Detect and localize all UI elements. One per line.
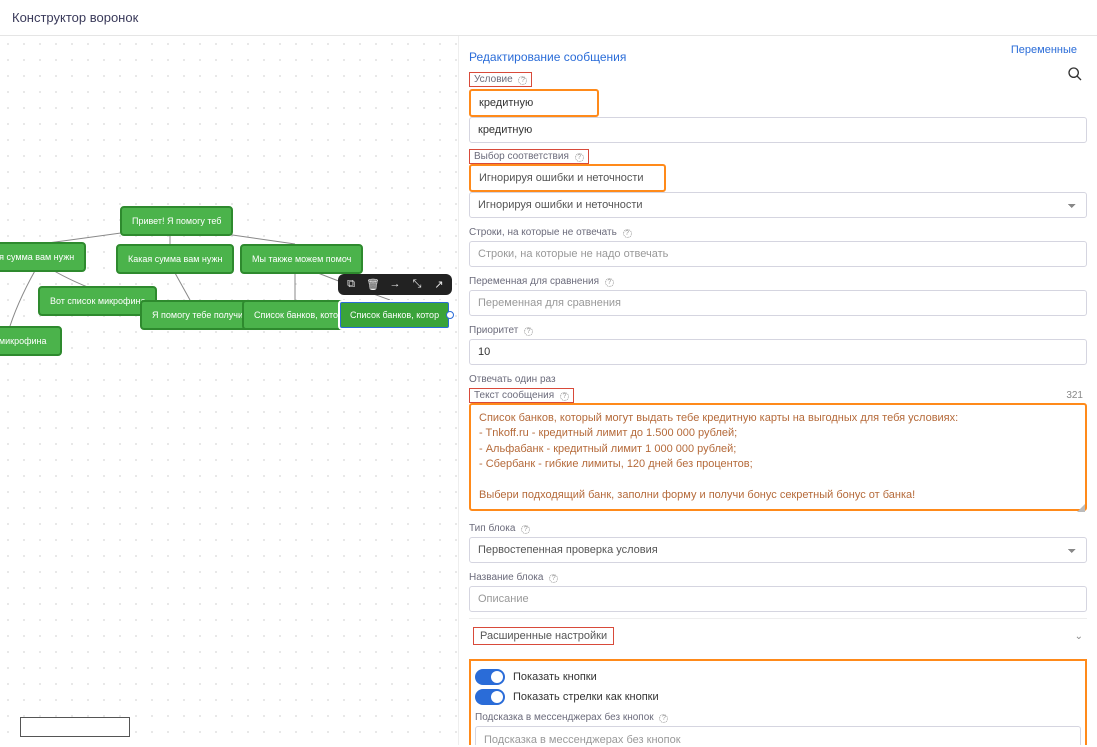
- char-count: 321: [1066, 390, 1083, 401]
- show-buttons-toggle[interactable]: [475, 669, 505, 685]
- priority-input[interactable]: [469, 339, 1087, 365]
- page-title: Конструктор воронок: [0, 0, 1097, 36]
- show-buttons-label: Показать кнопки: [513, 671, 597, 683]
- match-label: Выбор соответствия ?: [469, 149, 589, 164]
- condition-input[interactable]: [469, 89, 599, 117]
- match-select[interactable]: Игнорируя ошибки и неточности: [469, 192, 1087, 218]
- match-select-hl: Игнорируя ошибки и неточности: [469, 164, 666, 192]
- hint-input[interactable]: [475, 726, 1081, 745]
- funnel-canvas[interactable]: Привет! Я помогу теб кая сумма вам нужн …: [0, 36, 458, 745]
- copy-icon[interactable]: ⧉: [344, 278, 358, 291]
- compare-var-input[interactable]: [469, 290, 1087, 316]
- canvas-node[interactable]: ок микрофина: [0, 326, 62, 356]
- canvas-node[interactable]: Я помогу тебе получи: [140, 300, 255, 330]
- variables-link[interactable]: Переменные: [1011, 44, 1077, 56]
- canvas-node[interactable]: кая сумма вам нужн: [0, 242, 86, 272]
- arrow-icon[interactable]: →: [388, 278, 402, 291]
- condition-label: Условие ?: [469, 72, 532, 87]
- message-text[interactable]: [469, 403, 1087, 511]
- text-label: Текст сообщения ?: [469, 388, 574, 403]
- panel-title: Редактирование сообщения: [469, 36, 1087, 72]
- once-label: Отвечать один раз: [469, 371, 556, 388]
- block-type-label: Тип блока ?: [469, 520, 530, 537]
- canvas-node[interactable]: Мы также можем помоч: [240, 244, 363, 274]
- hint-label: Подсказка в мессенджерах без кнопок ?: [475, 709, 668, 726]
- canvas-node-label: Список банков, котор: [350, 310, 439, 320]
- priority-label: Приоритет ?: [469, 322, 533, 339]
- advanced-accordion[interactable]: Расширенные настройки ⌄: [469, 618, 1087, 653]
- block-type-select[interactable]: Первостепенная проверка условия: [469, 537, 1087, 563]
- search-icon[interactable]: [1067, 66, 1083, 82]
- block-name-label: Название блока ?: [469, 569, 558, 586]
- advanced-label: Расширенные настройки: [473, 627, 614, 645]
- show-arrows-toggle[interactable]: [475, 689, 505, 705]
- node-toolbar: ⧉ 🗑 → ⤡ ↗: [338, 274, 452, 295]
- collapse-icon[interactable]: ⤡: [410, 278, 424, 291]
- skip-lines-label: Строки, на которые не отвечать ?: [469, 224, 632, 241]
- node-port[interactable]: [446, 311, 454, 319]
- share-icon[interactable]: ↗: [432, 278, 446, 291]
- compare-var-label: Переменная для сравнения ?: [469, 273, 614, 290]
- condition-input-full[interactable]: [469, 117, 1087, 143]
- canvas-node[interactable]: Привет! Я помогу теб: [120, 206, 233, 236]
- block-name-input[interactable]: [469, 586, 1087, 612]
- show-arrows-label: Показать стрелки как кнопки: [513, 691, 659, 703]
- chevron-down-icon: ⌄: [1075, 631, 1083, 642]
- canvas-node[interactable]: Какая сумма вам нужн: [116, 244, 234, 274]
- canvas-node-selected[interactable]: Список банков, котор: [338, 300, 451, 330]
- edit-panel: Переменные Редактирование сообщения Усло…: [458, 36, 1097, 745]
- trash-icon[interactable]: 🗑: [366, 278, 380, 291]
- skip-lines-input[interactable]: [469, 241, 1087, 267]
- canvas-bottom-box: [20, 717, 130, 737]
